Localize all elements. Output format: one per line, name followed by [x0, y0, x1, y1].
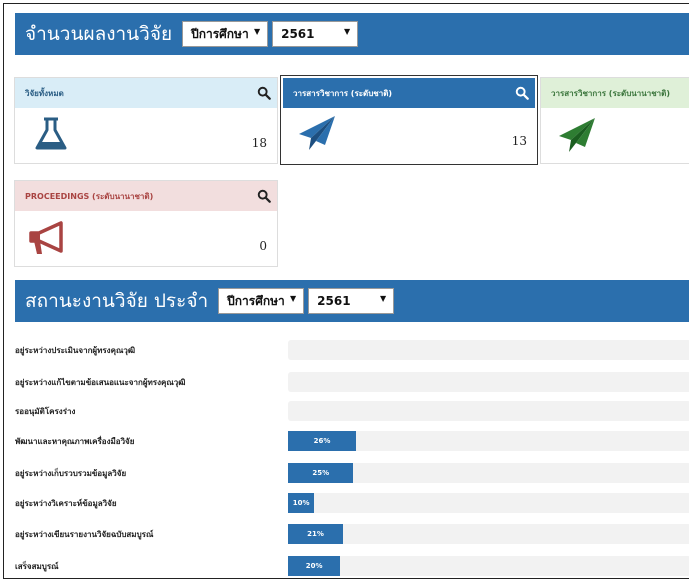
status-row: รออนุมัติโครงร่าง — [15, 401, 689, 423]
progress-track: 21% — [288, 524, 689, 544]
progress-text: 21% — [307, 530, 324, 538]
select-arrow-icon: ▼ — [380, 294, 387, 303]
card-header: วิจัยทั้งหมด — [15, 78, 277, 108]
paper-plane-icon — [559, 118, 595, 152]
status-row: อยู่ระหว่างเขียนรายงานวิจัยฉบับสมบูรณ์ 2… — [15, 524, 689, 546]
select-arrow-icon: ▼ — [290, 294, 297, 303]
progress-track — [288, 401, 689, 421]
search-icon[interactable] — [515, 86, 529, 100]
research-count-title: จำนวนผลงานวิจัย — [25, 23, 173, 45]
status-label: อยู่ระหว่างเขียนรายงานวิจัยฉบับสมบูรณ์ — [15, 530, 154, 539]
status-row: อยู่ระหว่างแก้ไขตามข้อเสนอแนะจากผู้ทรงคุ… — [15, 372, 689, 394]
card-label: วิจัยทั้งหมด — [25, 88, 64, 98]
status-row: อยู่ระหว่างประเมินจากผู้ทรงคุณวุฒิ — [15, 340, 689, 362]
year-type-select-value: ปีการศึกษา — [227, 293, 285, 308]
select-arrow-icon: ▼ — [343, 27, 351, 36]
year-type-select[interactable]: ปีการศึกษา ▼ — [182, 21, 269, 47]
progress-track: 25% — [288, 463, 689, 483]
research-status-header: สถานะงานวิจัย ประจำ ปีการศึกษา ▼ 2561 ▼ — [15, 280, 689, 322]
search-icon[interactable] — [257, 189, 271, 203]
status-label: อยู่ระหว่างเก็บรวบรวมข้อมูลวิจัย — [15, 469, 127, 478]
research-count-header: จำนวนผลงานวิจัย ปีการศึกษา ▼ 2561 ▼ — [15, 13, 689, 55]
progress-text: 25% — [312, 469, 330, 477]
status-label: เสร็จสมบูรณ์ — [15, 562, 59, 571]
card-header: วารสารวิชาการ (ระดับชาติ) — [283, 78, 535, 108]
card-label: PROCEEDINGS (ระดับนานาชาติ) — [25, 191, 154, 201]
progress-text: 10% — [292, 499, 310, 507]
dashboard-frame: จำนวนผลงานวิจัย ปีการศึกษา ▼ 2561 ▼ วิจั… — [3, 3, 689, 579]
status-label: พัฒนาและหาคุณภาพเครื่องมือวิจัย — [15, 437, 135, 446]
flask-icon — [35, 117, 67, 150]
select-arrow-icon: ▼ — [253, 27, 261, 36]
status-label: อยู่ระหว่างแก้ไขตามข้อเสนอแนะจากผู้ทรงคุ… — [15, 378, 186, 387]
card-international-journal[interactable]: วารสารวิชาการ (ระดับนานาชาติ) — [540, 77, 689, 164]
progress-track: 20% — [288, 556, 689, 576]
progress-track: 10% — [288, 493, 689, 513]
search-icon[interactable] — [257, 86, 271, 100]
progress-track — [288, 340, 689, 360]
status-row: อยู่ระหว่างวิเคราะห์ข้อมูลวิจัย 10% — [15, 493, 689, 515]
progress-fill: 20% — [288, 556, 341, 576]
status-row: อยู่ระหว่างเก็บรวบรวมข้อมูลวิจัย 25% — [15, 463, 689, 485]
card-header: PROCEEDINGS (ระดับนานาชาติ) — [15, 181, 277, 211]
year-type-select[interactable]: ปีการศึกษา ▼ — [218, 288, 305, 314]
progress-track — [288, 372, 689, 392]
progress-track: 26% — [288, 431, 689, 451]
progress-fill: 10% — [288, 493, 315, 513]
progress-fill: 26% — [288, 431, 357, 451]
progress-text: 26% — [313, 437, 331, 445]
card-proceedings[interactable]: PROCEEDINGS (ระดับนานาชาติ) 0 — [14, 180, 278, 267]
year-select[interactable]: 2561 ▼ — [308, 288, 395, 314]
card-header: วารสารวิชาการ (ระดับนานาชาติ) — [541, 78, 689, 108]
status-label: อยู่ระหว่างประเมินจากผู้ทรงคุณวุฒิ — [15, 346, 136, 355]
progress-fill: 25% — [288, 463, 354, 483]
year-select[interactable]: 2561 ▼ — [272, 21, 359, 47]
card-count: 18 — [251, 136, 267, 150]
card-national-journal[interactable]: วารสารวิชาการ (ระดับชาติ) 13 — [280, 75, 538, 165]
card-label: วารสารวิชาการ (ระดับชาติ) — [293, 88, 393, 98]
paper-plane-icon — [299, 116, 335, 150]
card-count: 13 — [511, 134, 527, 148]
megaphone-icon — [29, 221, 63, 254]
status-row: พัฒนาและหาคุณภาพเครื่องมือวิจัย 26% — [15, 431, 689, 453]
progress-text: 20% — [305, 562, 323, 570]
card-all-research[interactable]: วิจัยทั้งหมด 18 — [14, 77, 278, 164]
status-row: เสร็จสมบูรณ์ 20% — [15, 556, 689, 578]
status-label: รออนุมัติโครงร่าง — [15, 407, 76, 416]
year-select-value: 2561 — [317, 294, 351, 308]
progress-fill: 21% — [288, 524, 343, 544]
year-type-select-value: ปีการศึกษา — [191, 26, 249, 41]
year-select-value: 2561 — [281, 27, 315, 41]
card-label: วารสารวิชาการ (ระดับนานาชาติ) — [551, 88, 671, 98]
research-status-title: สถานะงานวิจัย ประจำ — [25, 290, 209, 312]
status-label: อยู่ระหว่างวิเคราะห์ข้อมูลวิจัย — [15, 499, 117, 508]
card-count: 0 — [259, 239, 267, 253]
